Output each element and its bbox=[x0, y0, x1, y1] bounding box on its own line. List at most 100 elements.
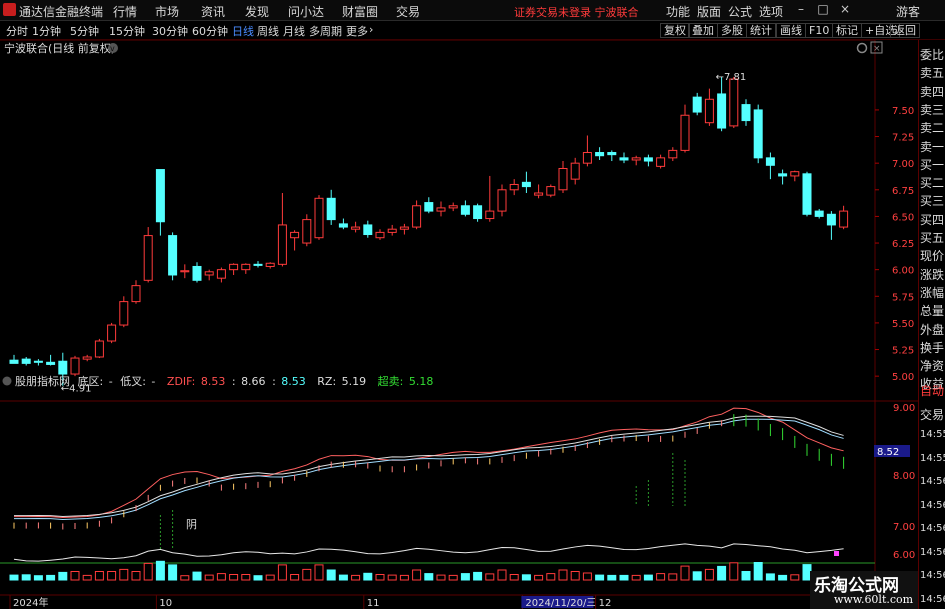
more-chevron-icon[interactable]: › bbox=[369, 23, 373, 36]
overbuy-value: 5.18 bbox=[409, 375, 434, 388]
side-panel-label: 买四 bbox=[920, 212, 945, 227]
btn-diejia[interactable]: 叠加 bbox=[688, 23, 718, 38]
indicator-bar bbox=[94, 571, 104, 581]
side-panel-label: 卖四 bbox=[920, 84, 945, 99]
menu-xuanxiang[interactable]: 选项 bbox=[759, 3, 783, 20]
indicator-bar bbox=[9, 574, 19, 581]
candle bbox=[741, 99, 751, 126]
indicator-bar bbox=[656, 573, 666, 581]
candle-body bbox=[131, 285, 141, 303]
current-tag-text: 8.52 bbox=[877, 447, 899, 458]
candle-body bbox=[741, 104, 751, 122]
period-multi[interactable]: 多周期 bbox=[309, 23, 342, 39]
period-fenshi[interactable]: 分时 bbox=[6, 23, 28, 39]
indicator-bar bbox=[33, 575, 43, 581]
btn-huaxian[interactable]: 画线 bbox=[776, 23, 806, 38]
period-daily[interactable]: 日线 bbox=[232, 23, 254, 39]
indicator-value-3: 8.53 bbox=[281, 375, 306, 388]
candle-body bbox=[107, 324, 117, 342]
indicator-circle-icon[interactable] bbox=[2, 376, 12, 386]
candle-body bbox=[424, 202, 434, 212]
candle-body bbox=[729, 78, 739, 127]
candle bbox=[33, 359, 43, 366]
candle bbox=[668, 147, 678, 162]
candle-body bbox=[778, 173, 788, 177]
menu-gongshi[interactable]: 公式 bbox=[728, 3, 752, 20]
btn-duogu[interactable]: 多股 bbox=[717, 23, 747, 38]
low-cross-label: 低叉: bbox=[120, 375, 146, 388]
side-panel-label: 14:56 bbox=[920, 523, 945, 534]
panel-close-icon[interactable]: × bbox=[870, 41, 883, 54]
side-panel-label: 14:55 bbox=[920, 429, 945, 440]
btn-tongji[interactable]: 统计 bbox=[746, 23, 776, 38]
guest-label[interactable]: 游客 bbox=[896, 3, 920, 20]
menu-wenxiaoda[interactable]: 问小达 bbox=[288, 3, 324, 20]
close-icon[interactable]: × bbox=[838, 2, 852, 16]
indicator-bar bbox=[241, 574, 251, 581]
period-monthly[interactable]: 月线 bbox=[283, 23, 305, 39]
indicator-bar bbox=[558, 569, 568, 581]
candle bbox=[778, 169, 788, 185]
indicator-bar bbox=[753, 562, 763, 581]
candle bbox=[216, 267, 226, 283]
period-more[interactable]: 更多 bbox=[346, 23, 368, 39]
candle-body bbox=[375, 231, 385, 239]
zdif-value: 8.53 bbox=[201, 375, 226, 388]
indicator-bar bbox=[277, 564, 287, 581]
candle-body bbox=[180, 270, 190, 273]
menu-gongneng[interactable]: 功能 bbox=[666, 3, 690, 20]
btn-fuquan[interactable]: 复权 bbox=[660, 23, 690, 38]
rz-value: 5.19 bbox=[342, 375, 367, 388]
period-30min[interactable]: 30分钟 bbox=[152, 23, 188, 39]
indicator-bar bbox=[668, 573, 678, 581]
candle bbox=[534, 184, 544, 199]
side-panel-label: 总量 bbox=[920, 304, 945, 319]
candle-body bbox=[546, 186, 556, 196]
login-notice[interactable]: 证券交易未登录 宁波联合 bbox=[514, 4, 639, 20]
side-panel-label: 买二 bbox=[920, 176, 945, 191]
kline-chart[interactable]: 宁波联合(日线 前复权) v × 7.50 7.25 7.00 6.75 6.50 6.2… bbox=[0, 40, 918, 609]
period-15min[interactable]: 15分钟 bbox=[109, 23, 145, 39]
period-60min[interactable]: 60分钟 bbox=[192, 23, 228, 39]
side-panel-label[interactable]: 自动 bbox=[920, 382, 945, 399]
candle bbox=[460, 200, 470, 217]
indicator-bar bbox=[204, 574, 214, 581]
svg-text:股朋指标网 底区: -: 股朋指标网 底区: - 低叉: - ZDIF: 8.53 : 8.66 : 8.… bbox=[15, 374, 433, 388]
title-circle-icon[interactable]: v bbox=[108, 43, 118, 53]
btn-fanhui[interactable]: 返回 bbox=[890, 23, 920, 38]
btn-biaoji[interactable]: 标记 bbox=[832, 23, 862, 38]
indicator-bar bbox=[448, 574, 458, 581]
candle bbox=[94, 338, 104, 359]
stock-title: 宁波联合(日线 前复权) bbox=[4, 41, 115, 55]
zdif-label: ZDIF: bbox=[167, 375, 195, 388]
indicator-line-cyan bbox=[14, 418, 844, 521]
btn-f10[interactable]: F10 bbox=[805, 23, 834, 38]
candle-body bbox=[290, 231, 300, 239]
candle bbox=[70, 355, 80, 377]
period-1min[interactable]: 1分钟 bbox=[32, 23, 61, 39]
candle bbox=[302, 214, 312, 247]
menu-shichang[interactable]: 市场 bbox=[155, 3, 179, 20]
minimize-icon[interactable]: – bbox=[794, 2, 808, 16]
menu-hangqing[interactable]: 行情 bbox=[113, 3, 137, 20]
menu-faxian[interactable]: 发现 bbox=[245, 3, 269, 20]
menu-banmian[interactable]: 版面 bbox=[697, 3, 721, 20]
indicator-bar bbox=[570, 571, 580, 581]
side-panel-label[interactable]: 交易 bbox=[920, 406, 945, 423]
candle bbox=[107, 322, 117, 344]
maximize-icon[interactable]: □ bbox=[816, 2, 830, 16]
high-annotation: ←7.81 bbox=[716, 72, 747, 83]
candle bbox=[521, 171, 531, 193]
side-panel-label: 买一 bbox=[920, 157, 945, 172]
menu-jiaoyi[interactable]: 交易 bbox=[396, 3, 420, 20]
indicator-bar bbox=[192, 571, 202, 581]
candle-body bbox=[570, 162, 580, 180]
menu-caifuquan[interactable]: 财富圈 bbox=[342, 3, 378, 20]
period-5min[interactable]: 5分钟 bbox=[70, 23, 99, 39]
candle bbox=[558, 161, 568, 193]
panel-gear-icon[interactable] bbox=[856, 42, 868, 54]
indicator-plot bbox=[0, 407, 875, 581]
indicator-bar bbox=[82, 574, 92, 581]
menu-zixun[interactable]: 资讯 bbox=[201, 3, 225, 20]
period-weekly[interactable]: 周线 bbox=[257, 23, 279, 39]
